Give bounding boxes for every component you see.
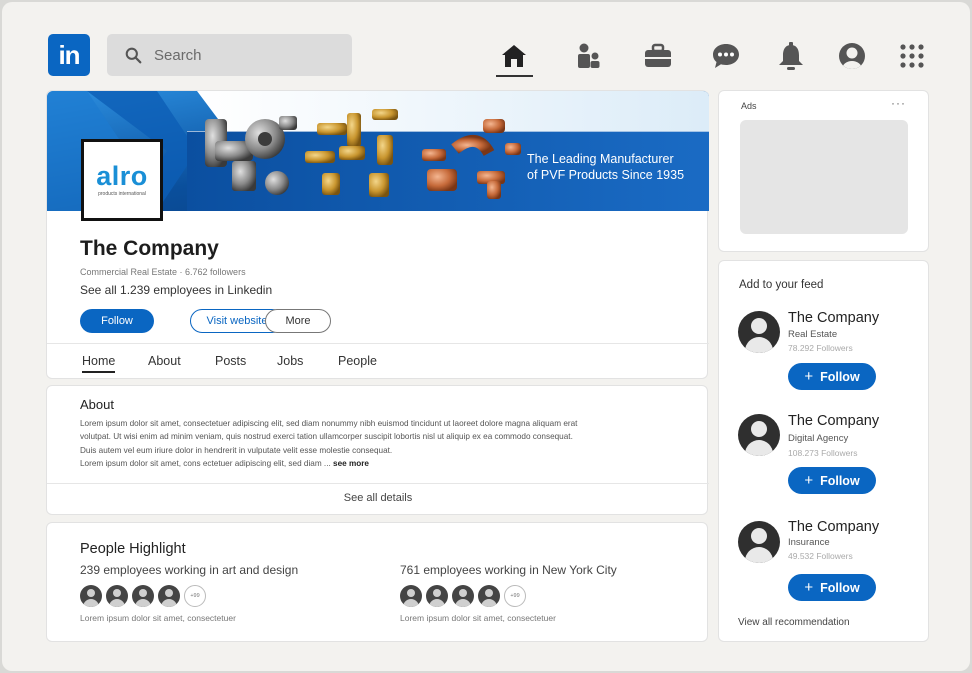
people-caption: Lorem ipsum dolor sit amet, consectetuer: [80, 613, 236, 623]
more-button[interactable]: More: [265, 309, 331, 333]
search-placeholder: Search: [154, 46, 202, 64]
rec-company-name[interactable]: The Company: [788, 310, 879, 326]
plus-icon: +: [804, 579, 814, 596]
see-more-link[interactable]: see more: [333, 459, 369, 468]
grid-icon[interactable]: [896, 40, 928, 72]
feed-card: Add to your feed The Company Real Estate…: [718, 260, 929, 642]
feed-title: Add to your feed: [739, 279, 824, 291]
view-all-recommendation-link[interactable]: View all recommendation: [738, 617, 850, 628]
avatar: [106, 585, 128, 607]
avatar: [452, 585, 474, 607]
tab-about[interactable]: About: [148, 354, 181, 368]
follow-button[interactable]: + Follow: [788, 574, 876, 601]
more-people-badge: +99: [184, 585, 206, 607]
plus-icon: +: [804, 472, 814, 489]
rec-company-name[interactable]: The Company: [788, 519, 879, 535]
people-highlight-card: People Highlight 239 employees working i…: [46, 522, 708, 642]
avatar[interactable]: [738, 414, 780, 456]
follow-button[interactable]: Follow: [80, 309, 154, 333]
follow-button[interactable]: + Follow: [788, 467, 876, 494]
avatar: [400, 585, 422, 607]
avatar: [132, 585, 154, 607]
about-title: About: [80, 397, 114, 412]
rec-category: Insurance: [788, 537, 830, 548]
avatar[interactable]: [738, 521, 780, 563]
messaging-icon[interactable]: [710, 40, 742, 72]
rec-followers: 49.532 Followers: [788, 551, 853, 561]
search-icon: [125, 47, 142, 63]
search-bar[interactable]: Search: [107, 34, 352, 76]
tab-posts[interactable]: Posts: [215, 354, 246, 368]
people-icon[interactable]: [573, 40, 605, 72]
banner-tagline: The Leading Manufacturer of PVF Products…: [527, 152, 685, 182]
people-highlight-title: People Highlight: [80, 541, 186, 557]
follow-button[interactable]: + Follow: [788, 363, 876, 390]
rec-followers: 108.273 Followers: [788, 448, 858, 458]
people-avatars[interactable]: +99: [400, 585, 526, 607]
avatar: [426, 585, 448, 607]
company-header-card: The Leading Manufacturer of PVF Products…: [46, 90, 709, 379]
about-body: Lorem ipsum dolor sit amet, consectetuer…: [80, 419, 578, 469]
avatar: [80, 585, 102, 607]
more-people-badge: +99: [504, 585, 526, 607]
tab-home[interactable]: Home: [82, 354, 116, 373]
company-name: The Company: [80, 237, 219, 260]
tab-people[interactable]: People: [338, 354, 377, 368]
rec-followers: 78.292 Followers: [788, 343, 853, 353]
about-divider: [47, 483, 709, 484]
tab-jobs[interactable]: Jobs: [277, 354, 303, 368]
people-caption: Lorem ipsum dolor sit amet, consectetuer: [400, 613, 556, 623]
rec-category: Digital Agency: [788, 433, 849, 444]
people-group-text: 239 employees working in art and design: [80, 563, 299, 577]
home-icon[interactable]: [498, 40, 530, 72]
about-card: About Lorem ipsum dolor sit amet, consec…: [46, 385, 709, 515]
ads-options-icon[interactable]: ···: [891, 96, 906, 110]
employees-link[interactable]: See all 1.239 employees in Linkedin: [80, 283, 272, 297]
avatar: [158, 585, 180, 607]
rec-company-name[interactable]: The Company: [788, 413, 879, 429]
rec-category: Real Estate: [788, 329, 838, 340]
ads-card: Ads ···: [718, 90, 929, 252]
briefcase-icon[interactable]: [642, 40, 674, 72]
app-window: in Search The Leading Manufacturer of PV…: [2, 2, 970, 671]
see-all-details-link[interactable]: See all details: [47, 492, 709, 504]
home-active-indicator: [496, 75, 533, 77]
avatar[interactable]: [738, 311, 780, 353]
bell-icon[interactable]: [775, 40, 807, 72]
people-avatars[interactable]: +99: [80, 585, 206, 607]
avatar: [478, 585, 500, 607]
linkedin-logo[interactable]: in: [48, 34, 90, 76]
ads-label: Ads: [741, 101, 757, 111]
tabs-divider: [47, 343, 709, 344]
profile-icon[interactable]: [836, 40, 868, 72]
ad-placeholder[interactable]: [740, 120, 908, 234]
company-meta: Commercial Real Estate · 6.762 followers: [80, 267, 246, 277]
plus-icon: +: [804, 368, 814, 385]
people-group-text: 761 employees working in New York City: [400, 563, 617, 577]
company-logo[interactable]: alro products international: [81, 139, 163, 221]
